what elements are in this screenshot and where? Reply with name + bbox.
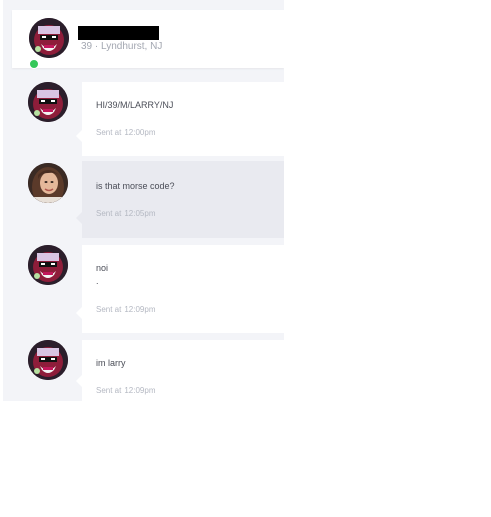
message-text: noi .	[96, 263, 109, 286]
profile-subtitle: 39 · Lyndhurst, NJ	[81, 41, 163, 52]
message-timestamp: Sent at 12:09pm	[96, 305, 156, 314]
chat-header: 39 · Lyndhurst, NJ	[12, 10, 284, 69]
cartoon-avatar-icon	[28, 340, 68, 380]
cartoon-avatar-icon	[28, 245, 68, 285]
cartoon-avatar-icon	[28, 82, 68, 122]
profile-avatar[interactable]	[29, 18, 69, 58]
online-status-indicator	[29, 59, 39, 69]
bubble-tail	[76, 130, 82, 142]
message-avatar[interactable]	[28, 82, 68, 122]
photo-avatar-icon	[28, 163, 68, 203]
message-text: HI/39/M/LARRY/NJ	[96, 100, 174, 110]
message-avatar[interactable]	[28, 245, 68, 285]
message-bubble: noi . Sent at 12:09pm	[76, 245, 284, 333]
message-bubble: im larry Sent at 12:09pm	[76, 340, 284, 401]
bubble-tail	[76, 307, 82, 319]
message-avatar[interactable]	[28, 340, 68, 380]
redacted-name	[78, 26, 159, 40]
message-avatar[interactable]	[28, 163, 68, 203]
message-text: im larry	[96, 358, 126, 368]
bubble-tail	[76, 212, 82, 224]
chat-panel: 39 · Lyndhurst, NJ HI/39/M/LARRY/NJ Sent…	[3, 0, 284, 401]
message-text: is that morse code?	[96, 181, 175, 191]
message-bubble: is that morse code? Sent at 12:05pm	[76, 161, 284, 238]
message-timestamp: Sent at 12:05pm	[96, 209, 156, 218]
message-timestamp: Sent at 12:00pm	[96, 128, 156, 137]
message-timestamp: Sent at 12:09pm	[96, 386, 156, 395]
bubble-tail	[76, 375, 82, 387]
cartoon-avatar-icon	[29, 18, 69, 58]
message-bubble: HI/39/M/LARRY/NJ Sent at 12:00pm	[76, 82, 284, 156]
